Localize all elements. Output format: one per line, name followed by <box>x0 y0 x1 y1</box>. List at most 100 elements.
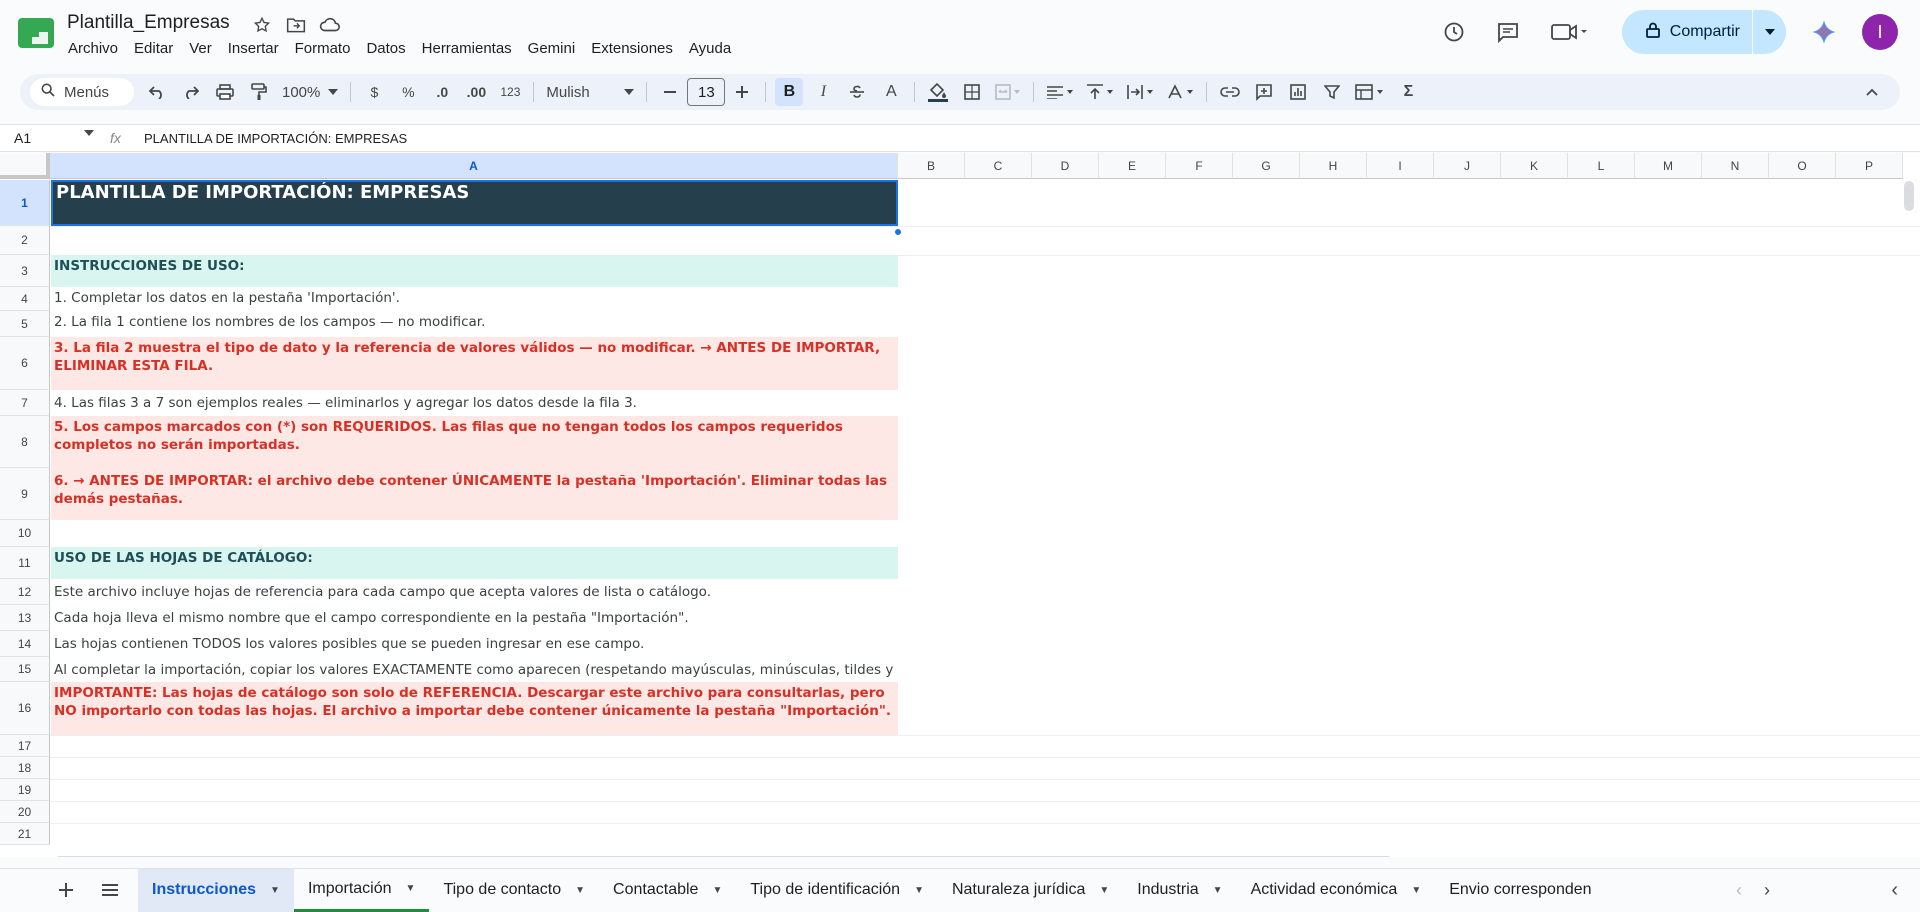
insert-link-icon[interactable] <box>1216 78 1244 106</box>
row-header-4[interactable]: 4 <box>0 287 50 311</box>
percent-format-button[interactable]: % <box>394 78 422 106</box>
cell-a3[interactable]: INSTRUCCIONES DE USO: <box>51 255 898 287</box>
column-header-d[interactable]: D <box>1032 153 1099 179</box>
column-header-k[interactable]: K <box>1501 153 1568 179</box>
meet-icon[interactable] <box>1542 12 1598 52</box>
cell-a11[interactable]: USO DE LAS HOJAS DE CATÁLOGO: <box>51 547 898 579</box>
menu-herramientas[interactable]: Herramientas <box>414 38 520 59</box>
column-header-g[interactable]: G <box>1233 153 1300 179</box>
tab-actividad-economica[interactable]: Actividad económica ▼ <box>1237 869 1436 912</box>
gemini-icon[interactable] <box>1804 12 1844 52</box>
cell-a7[interactable]: 4. Las filas 3 a 7 son ejemplos reales —… <box>51 390 898 416</box>
menu-ayuda[interactable]: Ayuda <box>681 38 739 59</box>
selection-fill-handle[interactable] <box>893 227 903 237</box>
cell-a14[interactable]: Las hojas contienen TODOS los valores po… <box>51 631 898 657</box>
menu-extensiones[interactable]: Extensiones <box>583 38 681 59</box>
row-header-2[interactable]: 2 <box>0 226 50 255</box>
name-box[interactable]: A1 <box>0 130 110 146</box>
vertical-scrollbar[interactable] <box>1904 181 1914 211</box>
scroll-tabs-left-icon[interactable]: ‹ <box>1736 880 1742 901</box>
column-header-o[interactable]: O <box>1769 153 1836 179</box>
menu-editar[interactable]: Editar <box>126 38 181 59</box>
row-header-14[interactable]: 14 <box>0 631 50 657</box>
row-header-8[interactable]: 8 <box>0 416 50 468</box>
share-dropdown-icon[interactable] <box>1752 10 1786 54</box>
caret-down-icon[interactable]: ▼ <box>914 885 924 896</box>
decrease-decimals-button[interactable]: .0 <box>428 78 456 106</box>
borders-icon[interactable] <box>958 78 986 106</box>
merge-cells-icon[interactable] <box>992 78 1024 106</box>
menu-gemini[interactable]: Gemini <box>520 38 584 59</box>
column-header-i[interactable]: I <box>1367 153 1434 179</box>
cloud-status-icon[interactable] <box>318 14 342 36</box>
row-header-13[interactable]: 13 <box>0 605 50 631</box>
number-format-button[interactable]: 123 <box>496 78 524 106</box>
tab-naturaleza-juridica[interactable]: Naturaleza jurídica ▼ <box>938 869 1123 912</box>
cell-a6[interactable]: 3. La fila 2 muestra el tipo de dato y l… <box>51 337 898 390</box>
strikethrough-icon[interactable] <box>843 78 871 106</box>
horizontal-align-icon[interactable] <box>1043 78 1077 106</box>
filter-views-icon[interactable] <box>1352 78 1388 106</box>
share-button[interactable]: Compartir <box>1621 10 1786 54</box>
add-sheet-icon[interactable] <box>48 872 84 908</box>
cell-a8[interactable]: 5. Los campos marcados con (*) son REQUE… <box>51 416 898 468</box>
tab-tipo-de-identificacion[interactable]: Tipo de identificación ▼ <box>736 869 938 912</box>
filter-icon[interactable] <box>1318 78 1346 106</box>
menu-archivo[interactable]: Archivo <box>60 38 126 59</box>
functions-button[interactable]: Σ <box>1394 78 1422 106</box>
row-header-10[interactable]: 10 <box>0 520 50 547</box>
undo-icon[interactable] <box>143 78 171 106</box>
redo-icon[interactable] <box>177 78 205 106</box>
bold-button[interactable]: B <box>775 78 804 106</box>
spreadsheet-grid[interactable]: A B C D E F G H I J K L M N O P 1 2 3 4 … <box>0 153 1920 857</box>
text-wrapping-icon[interactable] <box>1123 78 1157 106</box>
horizontal-scrollbar[interactable] <box>55 856 1392 857</box>
cell-a9[interactable]: 6. → ANTES DE IMPORTAR: el archivo debe … <box>51 468 898 520</box>
column-header-a[interactable]: A <box>50 153 898 179</box>
tab-industria[interactable]: Industria ▼ <box>1123 869 1236 912</box>
column-header-m[interactable]: M <box>1635 153 1702 179</box>
menus-search[interactable]: Menús <box>30 78 134 106</box>
select-all-corner[interactable] <box>0 153 50 179</box>
font-select[interactable]: Mulish <box>540 84 640 101</box>
column-header-l[interactable]: L <box>1568 153 1635 179</box>
cell-a1[interactable]: PLANTILLA DE IMPORTACIÓN: EMPRESAS <box>51 180 898 226</box>
menu-insertar[interactable]: Insertar <box>220 38 287 59</box>
zoom-select[interactable]: 100% <box>276 84 344 101</box>
print-icon[interactable] <box>211 78 239 106</box>
comments-icon[interactable] <box>1488 12 1528 52</box>
cell-a4[interactable]: 1. Completar los datos en la pestaña 'Im… <box>51 287 898 311</box>
tab-envio-correspondencia[interactable]: Envio corresponden <box>1435 869 1605 912</box>
row-header-7[interactable]: 7 <box>0 390 50 416</box>
decrease-font-size-icon[interactable] <box>656 78 684 106</box>
cell-a16[interactable]: IMPORTANTE: Las hojas de catálogo son so… <box>51 682 898 735</box>
star-icon[interactable] <box>250 14 274 36</box>
text-color-button[interactable]: A <box>877 78 905 106</box>
tab-tipo-de-contacto[interactable]: Tipo de contacto ▼ <box>429 869 599 912</box>
italic-button[interactable]: I <box>809 78 837 106</box>
row-header-20[interactable]: 20 <box>0 801 50 823</box>
caret-down-icon[interactable]: ▼ <box>1099 885 1109 896</box>
text-rotation-icon[interactable] <box>1163 78 1197 106</box>
row-header-6[interactable]: 6 <box>0 337 50 390</box>
column-header-j[interactable]: J <box>1434 153 1501 179</box>
row-header-15[interactable]: 15 <box>0 657 50 682</box>
cell-a5[interactable]: 2. La fila 1 contiene los nombres de los… <box>51 311 898 337</box>
caret-down-icon[interactable]: ▼ <box>1213 885 1223 896</box>
tab-instrucciones[interactable]: Instrucciones ▼ <box>138 868 294 912</box>
column-header-e[interactable]: E <box>1099 153 1166 179</box>
insert-comment-icon[interactable] <box>1250 78 1278 106</box>
vertical-align-icon[interactable] <box>1083 78 1117 106</box>
scroll-tabs-right-icon[interactable]: › <box>1764 880 1770 901</box>
column-header-p[interactable]: P <box>1836 153 1903 179</box>
row-header-3[interactable]: 3 <box>0 255 50 287</box>
cell-a13[interactable]: Cada hoja lleva el mismo nombre que el c… <box>51 605 898 631</box>
tab-importacion[interactable]: Importación ▼ <box>293 869 430 912</box>
row-header-11[interactable]: 11 <box>0 547 50 579</box>
history-icon[interactable] <box>1434 12 1474 52</box>
row-header-1[interactable]: 1 <box>0 180 50 226</box>
paint-format-icon[interactable] <box>245 78 273 106</box>
column-header-b[interactable]: B <box>898 153 965 179</box>
row-header-17[interactable]: 17 <box>0 735 50 757</box>
column-header-h[interactable]: H <box>1300 153 1367 179</box>
